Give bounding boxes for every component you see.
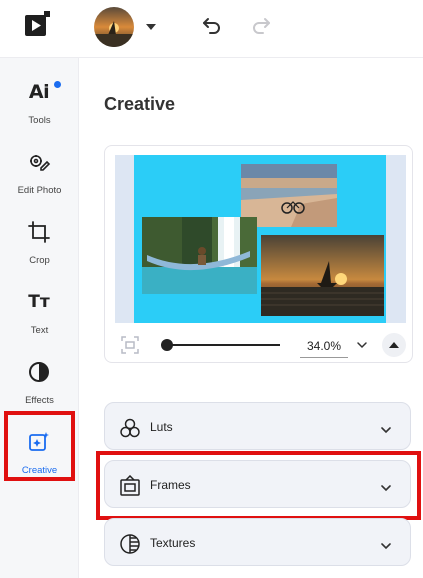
- crop-icon: [27, 220, 51, 244]
- sidebar-item-text[interactable]: Tт Text: [0, 280, 79, 348]
- text-icon: Tт: [28, 292, 50, 312]
- sidebar-item-label: Edit Photo: [17, 185, 62, 196]
- sidebar-item-edit-photo[interactable]: Edit Photo: [0, 140, 79, 208]
- zoom-toolbar: 34.0%: [105, 328, 414, 364]
- accordion-label: Textures: [150, 536, 196, 550]
- sidebar-item-effects[interactable]: Effects: [0, 350, 79, 418]
- ai-tools-icon: Ai: [28, 81, 50, 103]
- sidebar-item-label: Crop: [29, 255, 50, 266]
- textures-accordion[interactable]: Textures: [104, 518, 411, 566]
- fit-screen-icon[interactable]: [121, 336, 139, 354]
- redo-icon[interactable]: [249, 13, 273, 37]
- chevron-down-icon: [380, 538, 392, 550]
- undo-icon[interactable]: [200, 13, 224, 37]
- chevron-down-icon[interactable]: [355, 338, 369, 352]
- creative-highlight-box: [4, 411, 75, 481]
- sidebar-item-label: Text: [30, 325, 49, 336]
- collapse-preview-button[interactable]: [382, 333, 406, 357]
- play-logo-icon[interactable]: [24, 11, 50, 37]
- sidebar-item-label: Tools: [28, 115, 51, 126]
- zoom-slider-handle[interactable]: [161, 339, 173, 351]
- sunset-boat-avatar: [94, 7, 134, 47]
- zoom-slider[interactable]: [167, 344, 280, 346]
- edit-photo-icon: [27, 150, 51, 174]
- notification-dot: [54, 81, 61, 88]
- chevron-down-icon: [146, 24, 156, 30]
- page-title: Creative: [104, 94, 176, 114]
- sidebar-item-crop[interactable]: Crop: [0, 210, 79, 278]
- chevron-down-icon: [380, 422, 392, 434]
- textures-icon: [119, 533, 141, 555]
- frames-highlight-box: [96, 451, 421, 520]
- sidebar-item-tools[interactable]: Ai Tools: [0, 70, 79, 138]
- sidebar-item-label: Effects: [25, 395, 54, 406]
- waterfall-photo[interactable]: [142, 217, 257, 294]
- collage-canvas[interactable]: [134, 155, 386, 323]
- sunset-boat-photo[interactable]: [261, 235, 384, 316]
- luts-accordion[interactable]: Luts: [104, 402, 411, 450]
- top-bar: [0, 0, 423, 58]
- luts-icon: [119, 417, 141, 439]
- zoom-value-field[interactable]: 34.0%: [300, 336, 348, 358]
- triangle-up-icon: [389, 342, 399, 348]
- tool-sidebar: Ai Tools Edit Photo Crop Tт Text Effects…: [0, 58, 79, 578]
- accordion-label: Luts: [150, 420, 173, 434]
- effects-icon: [27, 360, 51, 384]
- account-menu-button[interactable]: [94, 7, 160, 47]
- preview-card: 34.0%: [104, 145, 413, 363]
